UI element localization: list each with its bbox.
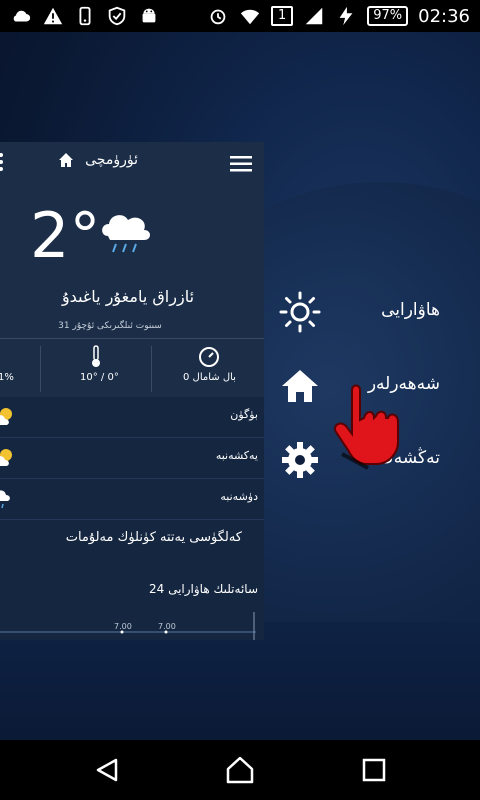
warning-icon [43,7,63,25]
clock: 02:36 [418,5,470,27]
weather-condition: ئازراق يامغۇر ياغىدۇ [61,287,195,306]
forecast-day-name: يەكشەنبە [215,449,258,462]
sun-cloud-icon [0,449,12,466]
cloud-upload-icon [13,10,31,22]
android-icon [142,8,156,23]
gauge-icon [199,347,219,367]
hourly-point-label: 7.00 [114,622,132,631]
drawer-label-weather: ھاۋارايى [381,300,440,320]
sun-icon [279,291,321,333]
hamburger-menu-icon[interactable] [230,156,252,172]
weather-panel: ئۈرۈمچى 2° ئازراق يامغۇر ياغىدۇ 31 سىنوت… [0,142,264,640]
recent-apps-icon[interactable] [362,758,386,782]
hourly-point-label: 7.00 [158,622,176,631]
stat-humidity: 1% [0,372,14,383]
sun-cloud-icon [0,408,12,425]
forecast-row[interactable]: بۈگۈن [0,397,264,438]
home-icon [282,370,318,402]
signal-icon [305,7,323,25]
wifi-icon [240,9,260,25]
battery-indicator: 97% [367,6,409,26]
forecast-row[interactable]: يەكشەنبە [0,438,264,479]
hand-cursor-icon [334,384,399,470]
shield-check-icon [108,6,126,26]
phone-icon [79,6,91,26]
rain-cloud-icon [0,490,10,509]
stats-separator-1 [40,346,41,392]
back-icon[interactable] [94,756,122,784]
drawer-item-weather[interactable]: ھاۋارايى [278,290,468,333]
forecast-day-name: بۈگۈن [230,408,258,421]
stats-divider [0,338,264,339]
update-time: 31 سىنوت ئىلگىرىكى ئۇچۇر [58,321,162,331]
gear-icon [282,442,318,478]
stat-wind: 0 بال شامال [183,372,236,383]
stat-range: 10° / 0° [80,372,119,383]
home-button-icon[interactable] [225,755,255,785]
status-right-icons: 1 97% 02:36 [207,5,470,27]
forecast-day-name: دۈشەنبە [220,490,258,503]
alarm-icon [210,9,226,25]
hourly-forecast-title: 24 سائەتلىك ھاۋارايى [148,582,258,596]
forecast-row[interactable]: دۈشەنبە [0,479,264,520]
city-name[interactable]: ئۈرۈمچى [85,152,138,168]
thermometer-icon [92,345,100,367]
seven-day-forecast-title[interactable]: كەلگۈسى يەتتە كۈنلۈك مەلۇمات [66,530,242,545]
navigation-bar [0,740,480,800]
charging-icon [339,6,353,26]
status-left-icons [10,5,160,27]
home-small-icon [59,153,73,167]
more-dots-icon[interactable] [0,152,6,172]
rain-cloud-icon [102,215,150,253]
sim-badge: 1 [270,6,294,26]
current-temperature: 2° [30,199,101,272]
status-bar: 1 97% 02:36 [0,0,480,32]
stats-separator-2 [151,346,152,392]
